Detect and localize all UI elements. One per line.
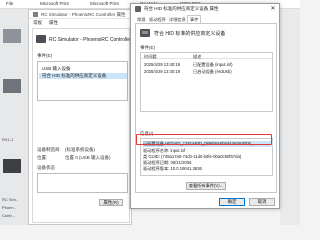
device-name: 符合 HID 标准的供应商定义设备 bbox=[154, 31, 226, 37]
column-header-description[interactable]: 描述 bbox=[193, 54, 201, 60]
bg-location-label: 位置: bbox=[37, 155, 48, 160]
column-header-timestamp[interactable]: 时间戳 bbox=[144, 54, 157, 60]
desktop-label: RX1-1 bbox=[2, 137, 14, 142]
highlight-annotation-box bbox=[136, 134, 272, 145]
events-list[interactable]: 时间戳 描述 2025/4/29 13:40:19 已配置设备 (input.i… bbox=[140, 52, 273, 112]
device-icon bbox=[135, 6, 141, 12]
device-icon bbox=[140, 29, 150, 37]
device-icon[interactable] bbox=[3, 29, 21, 43]
bg-status-box bbox=[37, 173, 128, 193]
bg-events-label: 事件(E) bbox=[37, 53, 52, 58]
bg-properties-button[interactable]: 属性(R) bbox=[99, 199, 123, 206]
taskbar-item[interactable]: Microsoft Print bbox=[40, 1, 69, 6]
device-icon[interactable] bbox=[3, 79, 21, 93]
bg-window-titlebar: RC Simulator - PhoenixRC Controller 属性 bbox=[29, 10, 131, 19]
desktop-label: Contr... bbox=[2, 213, 15, 218]
device-icon bbox=[33, 12, 38, 17]
dialog-title: 符合 HID 标准的供应商定义设备 属性 bbox=[144, 6, 219, 11]
tab-general[interactable]: 常规 bbox=[33, 20, 42, 26]
bg-tab-bar: 常规 属性 bbox=[29, 19, 131, 27]
dialog-titlebar[interactable]: 符合 HID 标准的供应商定义设备 属性 ✕ bbox=[131, 4, 279, 14]
hid-properties-dialog[interactable]: 符合 HID 标准的供应商定义设备 属性 ✕ 常规 驱动程序 详细信息 事件 符… bbox=[130, 3, 280, 209]
event-description: 已启动设备 (HidUsb) bbox=[193, 68, 232, 74]
list-item[interactable]: USB 输入设备 bbox=[42, 66, 71, 72]
tab-general[interactable]: 常规 bbox=[135, 16, 147, 23]
tab-events[interactable]: 事件 bbox=[187, 15, 202, 23]
bg-status-label: 设备状态 bbox=[37, 165, 55, 170]
background-window-edge bbox=[280, 9, 300, 225]
device-icon bbox=[36, 35, 46, 43]
bg-window-body: RC Simulator - PhoenixRC Controller 事件(E… bbox=[32, 28, 132, 223]
bg-manufacturer-value: (标准系统设备) bbox=[65, 147, 95, 152]
tab-details[interactable]: 详细信息 bbox=[167, 16, 188, 23]
background-properties-window[interactable]: RC Simulator - PhoenixRC Controller 属性 常… bbox=[28, 9, 132, 225]
tab-properties[interactable]: 属性 bbox=[49, 20, 58, 26]
desktop-label: RC Sim.. bbox=[2, 197, 18, 202]
taskbar-item[interactable]: Microsoft Print bbox=[90, 1, 119, 6]
rc-device-icon[interactable] bbox=[3, 159, 21, 173]
close-icon[interactable]: ✕ bbox=[269, 5, 277, 13]
desktop-label: Phoen.. bbox=[2, 205, 16, 210]
bg-device-name: RC Simulator - PhoenixRC Controller bbox=[49, 37, 132, 43]
view-all-events-button[interactable]: 查看所有事件(V)... bbox=[186, 182, 226, 190]
events-label: 事件(E) bbox=[140, 45, 155, 50]
taskbar-item[interactable]: File bbox=[6, 1, 13, 6]
event-row[interactable]: 2025/4/29 13:40:19 已启动设备 (HidUsb) bbox=[141, 68, 272, 74]
tab-driver[interactable]: 驱动程序 bbox=[147, 16, 168, 23]
list-item-selected[interactable]: 符合 HID 标准的供应商定义设备 bbox=[39, 73, 127, 79]
ok-button[interactable]: 确定 bbox=[219, 198, 245, 206]
event-row[interactable]: 2025/4/29 13:40:19 已配置设备 (input.inf) bbox=[141, 61, 272, 67]
cancel-button[interactable]: 取消 bbox=[249, 198, 275, 206]
bg-location-value: 位置 0 (USB 输入设备) bbox=[65, 155, 111, 160]
events-panel: 符合 HID 标准的供应商定义设备 事件(E) 时间戳 描述 2025/4/29… bbox=[135, 23, 277, 193]
event-description: 已配置设备 (input.inf) bbox=[193, 61, 233, 67]
bg-manufacturer-label: 设备制造商: bbox=[37, 147, 61, 152]
info-line: 驱动程序版本: 10.0.19041.3636 bbox=[143, 166, 202, 171]
tab-bar: 常规 驱动程序 详细信息 事件 bbox=[135, 15, 277, 23]
event-time: 2025/4/29 13:40:19 bbox=[144, 68, 181, 74]
events-list-header: 时间戳 描述 bbox=[141, 53, 272, 59]
bg-window-title: RC Simulator - PhoenixRC Controller 属性 bbox=[41, 12, 126, 17]
event-time: 2025/4/29 13:40:19 bbox=[144, 61, 181, 67]
bg-device-list[interactable]: USB 输入设备 符合 HID 标准的供应商定义设备 bbox=[37, 61, 128, 101]
